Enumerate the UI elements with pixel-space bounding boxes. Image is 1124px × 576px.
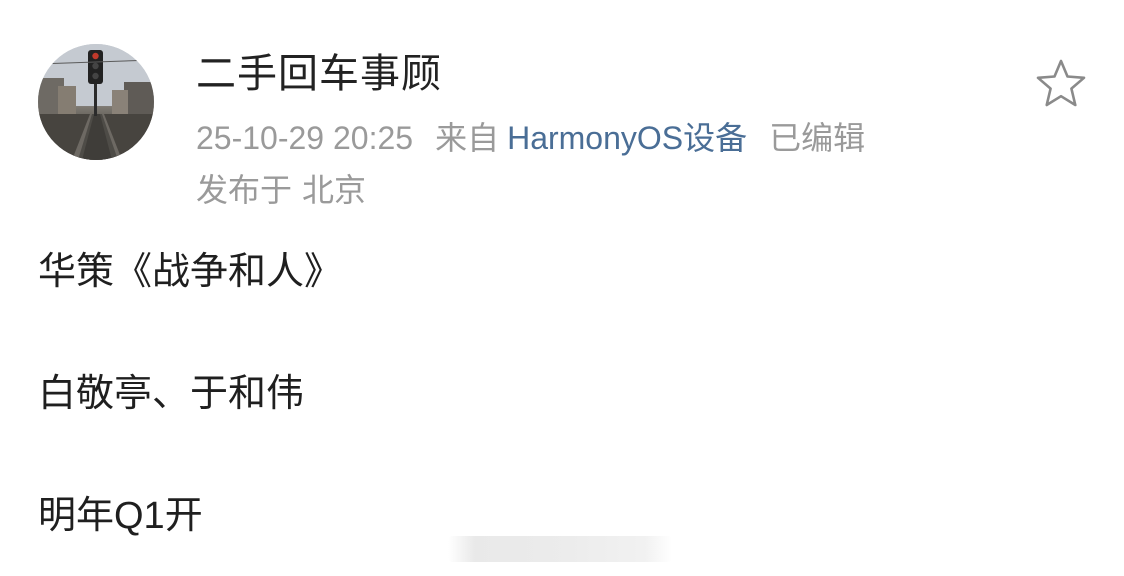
location-name: 北京 [302, 172, 367, 208]
post-meta: 25-10-29 20:25 来自 HarmonyOS设备 已编辑 [196, 116, 865, 160]
source-prefix: 来自 [435, 120, 500, 156]
blurred-watermark [448, 536, 672, 562]
location-prefix: 发布于 [196, 172, 293, 208]
post-content-line-2: 白敬亭、于和伟 [38, 373, 305, 415]
star-outline-icon [1036, 59, 1086, 107]
post-content-line-1: 华策《战争和人》 [38, 251, 343, 293]
edited-label[interactable]: 已编辑 [769, 120, 865, 156]
author-avatar[interactable] [38, 44, 154, 160]
post-content-line-3: 明年Q1开 [38, 495, 203, 537]
railway-signal-avatar-image [38, 44, 154, 160]
post-datetime: 25-10-29 20:25 [196, 120, 414, 156]
favorite-button[interactable] [1034, 58, 1088, 110]
author-name[interactable]: 二手回车事顾 [196, 50, 442, 98]
device-link[interactable]: HarmonyOS设备 [507, 120, 747, 156]
post-location: 发布于 北京 [196, 168, 366, 212]
